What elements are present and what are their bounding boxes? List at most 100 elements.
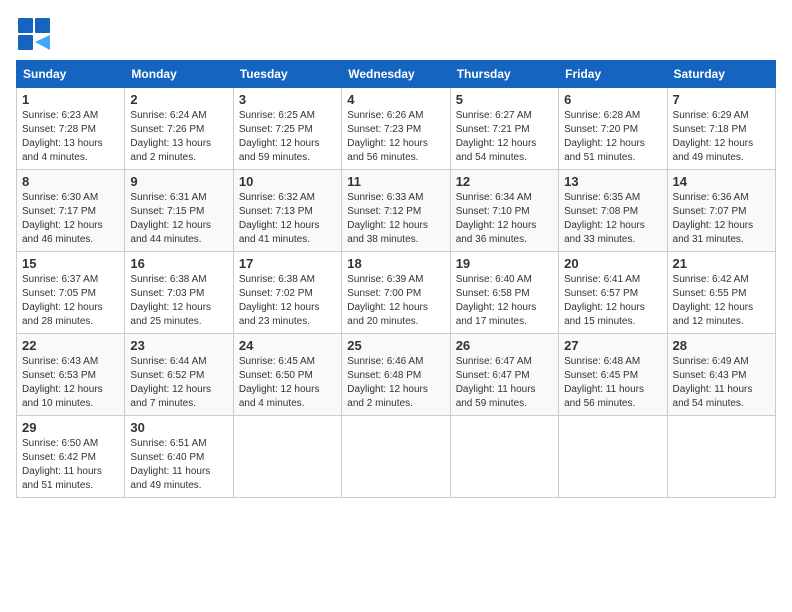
calendar-cell: 21 Sunrise: 6:42 AM Sunset: 6:55 PM Dayli…	[667, 252, 775, 334]
day-number: 1	[22, 92, 119, 107]
calendar-cell	[559, 416, 667, 498]
day-number: 22	[22, 338, 119, 353]
day-info: Sunrise: 6:27 AM Sunset: 7:21 PM Dayligh…	[456, 109, 553, 165]
calendar-cell: 19 Sunrise: 6:40 AM Sunset: 6:58 PM Dayli…	[450, 252, 558, 334]
calendar-cell: 26Sunrise: 6:47 AM Sunset: 6:47 PM Dayli…	[450, 334, 558, 416]
header	[16, 16, 776, 52]
calendar-cell: 17 Sunrise: 6:38 AM Sunset: 7:02 PM Dayli…	[233, 252, 341, 334]
calendar-cell: 24 Sunrise: 6:45 AM Sunset: 6:50 PM Dayli…	[233, 334, 341, 416]
calendar-cell: 3 Sunrise: 6:25 AM Sunset: 7:25 PM Daylig…	[233, 88, 341, 170]
day-number: 8	[22, 174, 119, 189]
calendar-cell	[342, 416, 450, 498]
weekday-header-friday: Friday	[559, 61, 667, 88]
day-number: 13	[564, 174, 661, 189]
calendar-cell: 16 Sunrise: 6:38 AM Sunset: 7:03 PM Dayli…	[125, 252, 233, 334]
calendar-table: SundayMondayTuesdayWednesdayThursdayFrid…	[16, 60, 776, 498]
calendar-cell: 10 Sunrise: 6:32 AM Sunset: 7:13 PM Dayli…	[233, 170, 341, 252]
calendar-cell: 20 Sunrise: 6:41 AM Sunset: 6:57 PM Dayli…	[559, 252, 667, 334]
calendar-cell: 14 Sunrise: 6:36 AM Sunset: 7:07 PM Dayli…	[667, 170, 775, 252]
day-number: 23	[130, 338, 227, 353]
weekday-header-tuesday: Tuesday	[233, 61, 341, 88]
day-number: 17	[239, 256, 336, 271]
day-number: 4	[347, 92, 444, 107]
calendar-cell: 7Sunrise: 6:29 AM Sunset: 7:18 PM Daylig…	[667, 88, 775, 170]
day-info: Sunrise: 6:35 AM Sunset: 7:08 PM Dayligh…	[564, 191, 661, 247]
day-number: 20	[564, 256, 661, 271]
day-info: Sunrise: 6:38 AM Sunset: 7:02 PM Dayligh…	[239, 273, 336, 329]
day-info: Sunrise: 6:25 AM Sunset: 7:25 PM Dayligh…	[239, 109, 336, 165]
day-number: 5	[456, 92, 553, 107]
calendar-cell: 28 Sunrise: 6:49 AM Sunset: 6:43 PM Dayli…	[667, 334, 775, 416]
calendar-cell: 6 Sunrise: 6:28 AM Sunset: 7:20 PM Daylig…	[559, 88, 667, 170]
day-number: 19	[456, 256, 553, 271]
day-info: Sunrise: 6:30 AM Sunset: 7:17 PM Dayligh…	[22, 191, 119, 247]
day-info: Sunrise: 6:38 AM Sunset: 7:03 PM Dayligh…	[130, 273, 227, 329]
day-number: 28	[673, 338, 770, 353]
day-number: 15	[22, 256, 119, 271]
day-info: Sunrise: 6:32 AM Sunset: 7:13 PM Dayligh…	[239, 191, 336, 247]
day-info: Sunrise: 6:41 AM Sunset: 6:57 PM Dayligh…	[564, 273, 661, 329]
calendar-cell: 8 Sunrise: 6:30 AM Sunset: 7:17 PM Daylig…	[17, 170, 125, 252]
day-info: Sunrise: 6:24 AM Sunset: 7:26 PM Dayligh…	[130, 109, 227, 165]
calendar-cell: 25Sunrise: 6:46 AM Sunset: 6:48 PM Dayli…	[342, 334, 450, 416]
day-info: Sunrise: 6:34 AM Sunset: 7:10 PM Dayligh…	[456, 191, 553, 247]
calendar-cell: 13 Sunrise: 6:35 AM Sunset: 7:08 PM Dayli…	[559, 170, 667, 252]
day-info: Sunrise: 6:45 AM Sunset: 6:50 PM Dayligh…	[239, 355, 336, 411]
day-number: 18	[347, 256, 444, 271]
day-number: 30	[130, 420, 227, 435]
day-info: Sunrise: 6:43 AM Sunset: 6:53 PM Dayligh…	[22, 355, 119, 411]
calendar-cell: 5 Sunrise: 6:27 AM Sunset: 7:21 PM Daylig…	[450, 88, 558, 170]
day-number: 9	[130, 174, 227, 189]
logo-icon	[16, 16, 52, 52]
day-info: Sunrise: 6:46 AM Sunset: 6:48 PM Dayligh…	[347, 355, 444, 411]
day-number: 24	[239, 338, 336, 353]
logo	[16, 16, 56, 52]
calendar-cell: 11 Sunrise: 6:33 AM Sunset: 7:12 PM Dayli…	[342, 170, 450, 252]
calendar-cell	[667, 416, 775, 498]
day-number: 10	[239, 174, 336, 189]
day-number: 7	[673, 92, 770, 107]
day-info: Sunrise: 6:51 AM Sunset: 6:40 PM Dayligh…	[130, 437, 227, 493]
day-info: Sunrise: 6:28 AM Sunset: 7:20 PM Dayligh…	[564, 109, 661, 165]
day-info: Sunrise: 6:31 AM Sunset: 7:15 PM Dayligh…	[130, 191, 227, 247]
day-info: Sunrise: 6:33 AM Sunset: 7:12 PM Dayligh…	[347, 191, 444, 247]
day-number: 12	[456, 174, 553, 189]
day-info: Sunrise: 6:23 AM Sunset: 7:28 PM Dayligh…	[22, 109, 119, 165]
calendar-cell: 30 Sunrise: 6:51 AM Sunset: 6:40 PM Dayli…	[125, 416, 233, 498]
day-number: 2	[130, 92, 227, 107]
calendar-cell: 29 Sunrise: 6:50 AM Sunset: 6:42 PM Dayli…	[17, 416, 125, 498]
day-info: Sunrise: 6:47 AM Sunset: 6:47 PM Dayligh…	[456, 355, 553, 411]
calendar-cell: 23Sunrise: 6:44 AM Sunset: 6:52 PM Dayli…	[125, 334, 233, 416]
calendar-cell	[450, 416, 558, 498]
day-number: 14	[673, 174, 770, 189]
day-info: Sunrise: 6:42 AM Sunset: 6:55 PM Dayligh…	[673, 273, 770, 329]
day-info: Sunrise: 6:50 AM Sunset: 6:42 PM Dayligh…	[22, 437, 119, 493]
weekday-header-sunday: Sunday	[17, 61, 125, 88]
calendar-cell: 9 Sunrise: 6:31 AM Sunset: 7:15 PM Daylig…	[125, 170, 233, 252]
day-info: Sunrise: 6:37 AM Sunset: 7:05 PM Dayligh…	[22, 273, 119, 329]
day-number: 11	[347, 174, 444, 189]
day-number: 16	[130, 256, 227, 271]
day-info: Sunrise: 6:39 AM Sunset: 7:00 PM Dayligh…	[347, 273, 444, 329]
day-info: Sunrise: 6:40 AM Sunset: 6:58 PM Dayligh…	[456, 273, 553, 329]
calendar-cell: 18 Sunrise: 6:39 AM Sunset: 7:00 PM Dayli…	[342, 252, 450, 334]
calendar-cell: 15 Sunrise: 6:37 AM Sunset: 7:05 PM Dayli…	[17, 252, 125, 334]
day-number: 21	[673, 256, 770, 271]
calendar-cell: 4Sunrise: 6:26 AM Sunset: 7:23 PM Daylig…	[342, 88, 450, 170]
day-number: 29	[22, 420, 119, 435]
calendar-cell	[233, 416, 341, 498]
calendar-cell: 27 Sunrise: 6:48 AM Sunset: 6:45 PM Dayli…	[559, 334, 667, 416]
calendar-cell: 22 Sunrise: 6:43 AM Sunset: 6:53 PM Dayli…	[17, 334, 125, 416]
weekday-header-saturday: Saturday	[667, 61, 775, 88]
day-info: Sunrise: 6:36 AM Sunset: 7:07 PM Dayligh…	[673, 191, 770, 247]
day-info: Sunrise: 6:48 AM Sunset: 6:45 PM Dayligh…	[564, 355, 661, 411]
day-number: 27	[564, 338, 661, 353]
calendar-cell: 2 Sunrise: 6:24 AM Sunset: 7:26 PM Daylig…	[125, 88, 233, 170]
calendar-cell: 12 Sunrise: 6:34 AM Sunset: 7:10 PM Dayli…	[450, 170, 558, 252]
day-info: Sunrise: 6:49 AM Sunset: 6:43 PM Dayligh…	[673, 355, 770, 411]
weekday-header-thursday: Thursday	[450, 61, 558, 88]
weekday-header-wednesday: Wednesday	[342, 61, 450, 88]
day-number: 3	[239, 92, 336, 107]
weekday-header-monday: Monday	[125, 61, 233, 88]
day-number: 6	[564, 92, 661, 107]
